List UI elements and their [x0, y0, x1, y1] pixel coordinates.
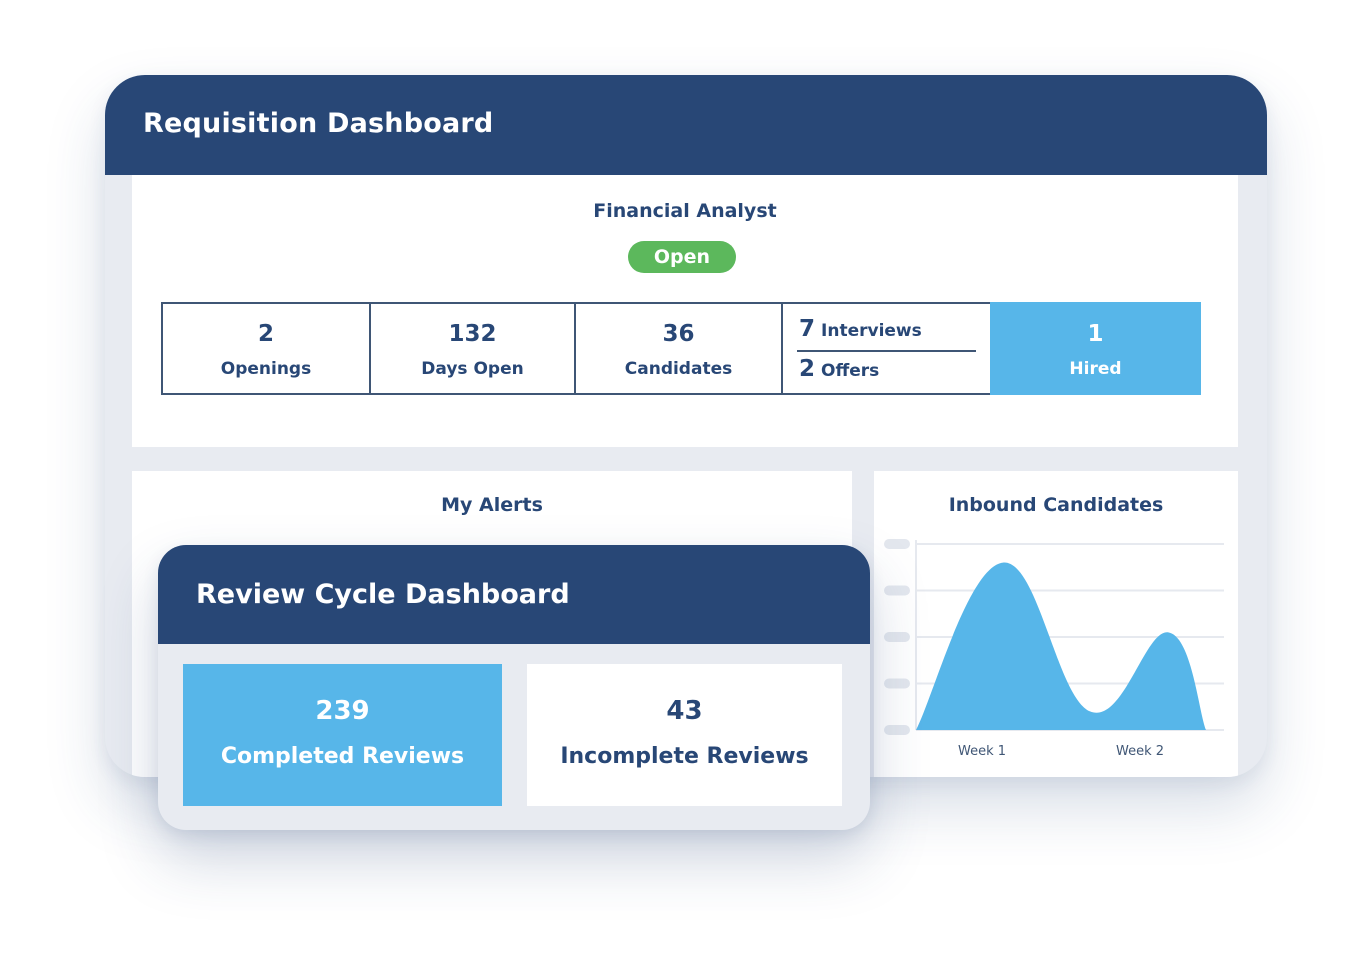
hired-label: Hired	[1069, 359, 1122, 379]
completed-reviews-value: 239	[315, 696, 370, 726]
review-cycle-dashboard-card: Review Cycle Dashboard 239 Completed Rev…	[158, 545, 870, 830]
y-tick-placeholder	[884, 585, 910, 596]
completed-reviews-label: Completed Reviews	[220, 744, 465, 769]
job-summary-panel: Financial Analyst Open 2 Openings 132 Da…	[132, 175, 1238, 447]
incomplete-reviews-value: 43	[666, 696, 703, 726]
job-title: Financial Analyst	[593, 200, 777, 222]
candidates-label: Candidates	[624, 359, 733, 379]
x-tick-label: Week 1	[958, 744, 1006, 759]
openings-stat[interactable]: 2 Openings	[161, 302, 371, 395]
y-tick-placeholder	[884, 678, 910, 689]
candidates-stat[interactable]: 36 Candidates	[574, 302, 783, 395]
review-cycle-dashboard-title: Review Cycle Dashboard	[196, 579, 570, 610]
interviews-offers-stat[interactable]: 7 Interviews 2 Offers	[781, 302, 992, 395]
hired-value: 1	[1087, 321, 1104, 347]
offers-row: 2 Offers	[799, 356, 879, 382]
incomplete-reviews-label: Incomplete Reviews	[560, 744, 809, 769]
days-open-value: 132	[448, 321, 497, 347]
openings-value: 2	[257, 321, 274, 347]
requisition-dashboard-header: Requisition Dashboard	[105, 75, 1267, 175]
interviews-label: Interviews	[821, 321, 922, 341]
inbound-candidates-panel: Inbound Candidates Week 1 Week 2	[874, 471, 1238, 777]
alerts-title: My Alerts	[441, 494, 543, 516]
review-cycle-dashboard-header: Review Cycle Dashboard	[158, 545, 870, 644]
interviews-row: 7 Interviews	[799, 316, 922, 342]
requisition-dashboard-title: Requisition Dashboard	[143, 108, 494, 139]
inbound-candidates-chart: Week 1 Week 2	[884, 539, 1224, 759]
incomplete-reviews-tile[interactable]: 43 Incomplete Reviews	[527, 664, 842, 806]
days-open-stat[interactable]: 132 Days Open	[369, 302, 576, 395]
candidates-value: 36	[662, 321, 695, 347]
status-badge[interactable]: Open	[628, 241, 736, 273]
offers-label: Offers	[821, 361, 880, 381]
interviews-value: 7	[799, 316, 816, 342]
stat-divider	[797, 350, 976, 352]
y-tick-placeholder	[884, 725, 910, 735]
y-tick-placeholder	[884, 632, 910, 642]
openings-label: Openings	[220, 359, 312, 379]
hired-stat[interactable]: 1 Hired	[990, 302, 1201, 395]
x-tick-label: Week 2	[1116, 744, 1164, 759]
inbound-area-series	[916, 562, 1206, 730]
completed-reviews-tile[interactable]: 239 Completed Reviews	[183, 664, 502, 806]
y-tick-placeholder	[884, 539, 910, 549]
stats-row: 2 Openings 132 Days Open 36 Candidates 7…	[161, 302, 1201, 395]
days-open-label: Days Open	[421, 359, 524, 379]
offers-value: 2	[799, 356, 816, 382]
